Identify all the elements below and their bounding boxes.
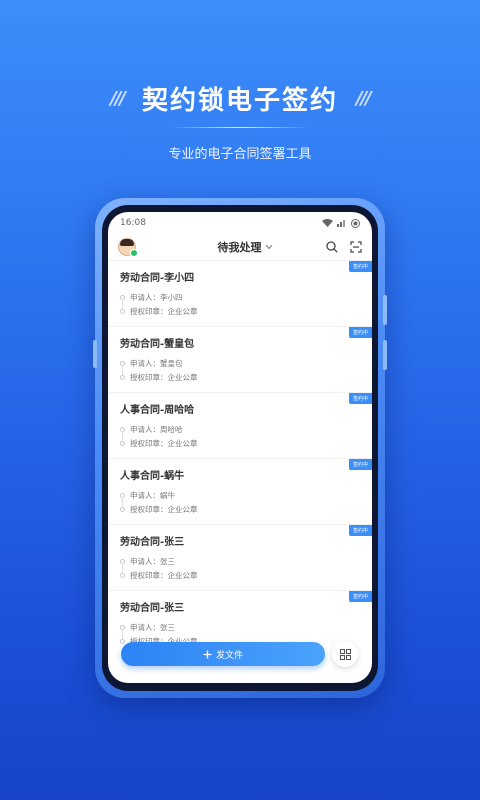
header-actions: [326, 241, 362, 253]
grid-icon: [339, 648, 351, 660]
applicant-value: 蜗牛: [160, 490, 175, 500]
applicant-label: 申请人：: [130, 292, 160, 302]
contract-meta: 申请人： 李小四 授权印章： 企业公章: [120, 290, 360, 318]
seal-label: 授权印章：: [130, 438, 168, 448]
contract-list-item[interactable]: 签约中 劳动合同-李小四 申请人： 李小四 授权印章： 企业公章: [108, 260, 372, 326]
applicant-value: 蟹皇包: [160, 358, 183, 368]
status-badge: 签约中: [348, 261, 372, 272]
seal-value: 企业公章: [167, 306, 198, 316]
timeline-connector: [122, 365, 123, 375]
apps-grid-button[interactable]: [332, 641, 358, 667]
hero-title-row: /// 契约锁电子签约 ///: [0, 80, 480, 117]
seal-row: 授权印章： 企业公章: [120, 304, 360, 318]
applicant-row: 申请人： 张三: [120, 620, 360, 634]
contract-title: 人事合同-周哈哈: [120, 405, 195, 416]
seal-row: 授权印章： 企业公章: [120, 436, 360, 450]
seal-value: 企业公章: [167, 438, 198, 448]
avatar-hair: [120, 239, 134, 246]
verified-badge-icon: [130, 249, 138, 257]
timeline-connector: [122, 497, 123, 507]
wifi-icon: [322, 219, 333, 227]
filter-dropdown[interactable]: 待我处理: [218, 239, 273, 255]
app-header: 待我处理: [108, 234, 372, 260]
seal-value: 企业公章: [167, 504, 198, 514]
contract-title: 劳动合同-李小四: [120, 273, 195, 284]
applicant-row: 申请人： 张三: [120, 554, 360, 568]
applicant-label: 申请人：: [130, 556, 160, 566]
timeline-dot-icon: [120, 440, 125, 446]
contract-list-item[interactable]: 签约中 劳动合同-张三 申请人： 张三 授权印章： 企业公章: [108, 524, 372, 590]
status-badge: 签约中: [348, 459, 372, 470]
contract-list-item[interactable]: 签约中 人事合同-周哈哈 申请人： 周哈哈 授权印章： 企业公章: [108, 392, 372, 458]
contract-list-item[interactable]: 签约中 人事合同-蜗牛 申请人： 蜗牛 授权印章： 企业公章: [108, 458, 372, 524]
signal-icon: [337, 220, 345, 227]
contract-list: 签约中 劳动合同-李小四 申请人： 李小四 授权印章： 企业公章 签约中 劳动合…: [108, 260, 372, 656]
applicant-value: 周哈哈: [160, 424, 183, 434]
hero-title: 契约锁电子签约: [141, 86, 338, 116]
chevron-down-icon: [265, 244, 272, 250]
contract-title: 劳动合同-张三: [120, 603, 185, 614]
send-file-label: 发文件: [215, 650, 243, 661]
status-bar: 16:08: [108, 212, 372, 234]
applicant-row: 申请人： 李小四: [120, 290, 360, 304]
applicant-label: 申请人：: [130, 424, 160, 434]
decorative-slashes-left: ///: [110, 88, 126, 109]
phone-side-button: [93, 340, 97, 368]
status-badge: 签约中: [348, 591, 372, 602]
avatar[interactable]: [118, 238, 138, 257]
seal-value: 企业公章: [167, 570, 198, 580]
timeline-dot-icon: [120, 638, 125, 644]
contract-title: 人事合同-蜗牛: [120, 471, 185, 482]
contract-meta: 申请人： 张三 授权印章： 企业公章: [120, 554, 360, 582]
seal-label: 授权印章：: [130, 306, 168, 316]
status-time: 16:08: [120, 218, 146, 228]
seal-row: 授权印章： 企业公章: [120, 502, 360, 516]
timeline-connector: [122, 431, 123, 441]
applicant-row: 申请人： 周哈哈: [120, 422, 360, 436]
seal-label: 授权印章：: [130, 372, 168, 382]
contract-meta: 申请人： 周哈哈 授权印章： 企业公章: [120, 422, 360, 450]
header-title: 待我处理: [217, 241, 262, 254]
status-badge: 签约中: [348, 327, 372, 338]
battery-icon: [351, 218, 360, 228]
contract-title: 劳动合同-张三: [120, 537, 185, 548]
status-icons: [322, 218, 360, 228]
seal-row: 授权印章： 企业公章: [120, 370, 360, 384]
timeline-dot-icon: [120, 506, 125, 512]
seal-row: 授权印章： 企业公章: [120, 568, 360, 582]
phone-side-button: [383, 295, 387, 325]
applicant-label: 申请人：: [130, 358, 160, 368]
send-file-button[interactable]: 发文件: [121, 642, 325, 666]
timeline-dot-icon: [120, 308, 125, 314]
contract-meta: 申请人： 蟹皇包 授权印章： 企业公章: [120, 356, 360, 384]
applicant-label: 申请人：: [130, 490, 160, 500]
timeline-connector: [122, 299, 123, 309]
applicant-value: 张三: [160, 556, 175, 566]
plus-icon: [203, 650, 212, 658]
scan-icon[interactable]: [350, 241, 362, 253]
applicant-row: 申请人： 蜗牛: [120, 488, 360, 502]
timeline-dot-icon: [120, 374, 125, 380]
timeline-dot-icon: [120, 572, 125, 578]
search-icon[interactable]: [326, 241, 338, 253]
status-badge: 签约中: [348, 525, 372, 536]
applicant-value: 李小四: [160, 292, 183, 302]
applicant-value: 张三: [160, 622, 175, 632]
hero-divider: [170, 127, 310, 128]
timeline-connector: [122, 629, 123, 639]
contract-title: 劳动合同-蟹皇包: [120, 339, 195, 350]
phone-screen: 16:08 待我处理 签约中 劳动合同-李小四 申请人： 李小四 授权印章： 企…: [108, 212, 372, 683]
timeline-connector: [122, 563, 123, 573]
phone-side-button: [383, 340, 387, 370]
status-badge: 签约中: [348, 393, 372, 404]
decorative-slashes-right: ///: [356, 88, 372, 109]
seal-label: 授权印章：: [130, 504, 168, 514]
applicant-label: 申请人：: [130, 622, 160, 632]
seal-label: 授权印章：: [130, 570, 168, 580]
seal-value: 企业公章: [167, 372, 198, 382]
contract-list-item[interactable]: 签约中 劳动合同-蟹皇包 申请人： 蟹皇包 授权印章： 企业公章: [108, 326, 372, 392]
hero-subtitle: 专业的电子合同签署工具: [168, 147, 312, 162]
applicant-row: 申请人： 蟹皇包: [120, 356, 360, 370]
contract-meta: 申请人： 蜗牛 授权印章： 企业公章: [120, 488, 360, 516]
